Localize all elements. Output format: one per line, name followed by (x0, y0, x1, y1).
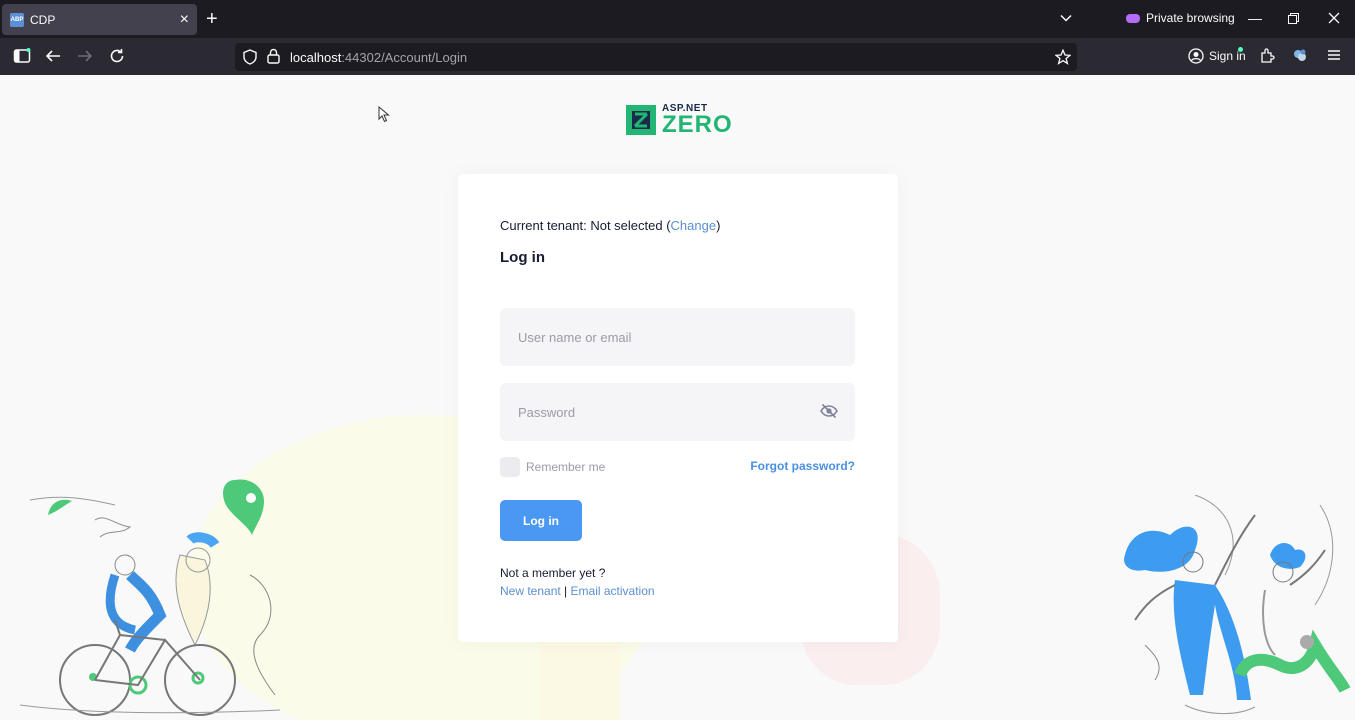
new-tenant-link[interactable]: New tenant (500, 584, 561, 598)
shield-icon[interactable] (243, 49, 257, 65)
notification-dot (1238, 47, 1243, 52)
cheering-people-illustration (1124, 495, 1351, 715)
tab-title: CDP (30, 12, 56, 27)
eye-slash-icon[interactable] (820, 403, 838, 419)
tab-favicon-icon: ABP (10, 12, 24, 27)
menu-icon[interactable] (1326, 47, 1342, 63)
tenant-suffix: ) (716, 218, 721, 233)
chevron-down-icon[interactable] (1059, 11, 1073, 25)
link-separator: | (564, 584, 568, 598)
close-window-icon[interactable] (1328, 12, 1340, 24)
logo-main-text: ZERO (662, 110, 733, 138)
remember-me-label: Remember me (526, 460, 606, 474)
page-title: Log in (500, 249, 545, 266)
url-path: :44302/Account/Login (341, 50, 468, 65)
login-card: Current tenant: Not selected (Change) Lo… (458, 174, 898, 642)
account-icon (1188, 48, 1204, 64)
register-links: New tenant | Email activation (500, 584, 655, 598)
remember-me-checkbox[interactable] (500, 457, 520, 477)
back-icon[interactable] (44, 47, 62, 65)
url-bar[interactable]: localhost:44302/Account/Login (235, 43, 1077, 71)
tenant-prefix: Current tenant: Not selected ( (500, 218, 671, 233)
change-tenant-link[interactable]: Change (671, 218, 717, 233)
browser-nav-bar: localhost:44302/Account/Login Sign in (0, 38, 1355, 75)
tab-close-icon[interactable]: × (180, 11, 189, 28)
background-shape (540, 635, 620, 720)
private-mask-icon (1126, 13, 1140, 23)
restore-icon[interactable] (1288, 13, 1299, 24)
forward-icon[interactable] (76, 47, 94, 65)
minimize-icon[interactable]: — (1248, 10, 1262, 26)
private-browsing-label: Private browsing (1146, 11, 1235, 25)
forgot-password-link[interactable]: Forgot password? (750, 459, 855, 473)
url-host: localhost (290, 50, 342, 65)
login-page: ASP.NET ZERO Current tenant: Not selecte… (0, 75, 1355, 720)
cyclist-illustration (20, 479, 281, 716)
private-browsing-indicator: Private browsing (1126, 11, 1235, 25)
sign-in-button[interactable]: Sign in (1182, 43, 1248, 69)
email-activation-link[interactable]: Email activation (571, 584, 655, 598)
reload-icon[interactable] (108, 47, 126, 65)
browser-tab-bar: ABP CDP × + Private browsing — (0, 0, 1355, 38)
not-member-text: Not a member yet ? (500, 566, 606, 580)
logo-mark-icon (626, 105, 656, 135)
new-tab-icon[interactable]: + (206, 9, 218, 29)
asp-net-zero-logo: ASP.NET ZERO (624, 103, 733, 137)
extensions-icon[interactable] (1259, 47, 1276, 64)
sidebar-icon[interactable] (13, 47, 31, 65)
addon-icon[interactable] (1292, 47, 1309, 64)
logo-text: ASP.NET ZERO (662, 103, 733, 138)
url-text[interactable]: localhost:44302/Account/Login (290, 50, 467, 65)
lock-icon[interactable] (267, 48, 280, 64)
remember-me[interactable]: Remember me (500, 457, 605, 477)
mouse-cursor-icon (378, 106, 390, 123)
current-tenant: Current tenant: Not selected (Change) (500, 218, 720, 233)
password-input[interactable] (500, 383, 855, 441)
login-button[interactable]: Log in (500, 500, 582, 541)
username-input[interactable] (500, 308, 855, 366)
browser-tab[interactable]: ABP CDP × (2, 4, 197, 35)
star-icon[interactable] (1055, 49, 1071, 65)
